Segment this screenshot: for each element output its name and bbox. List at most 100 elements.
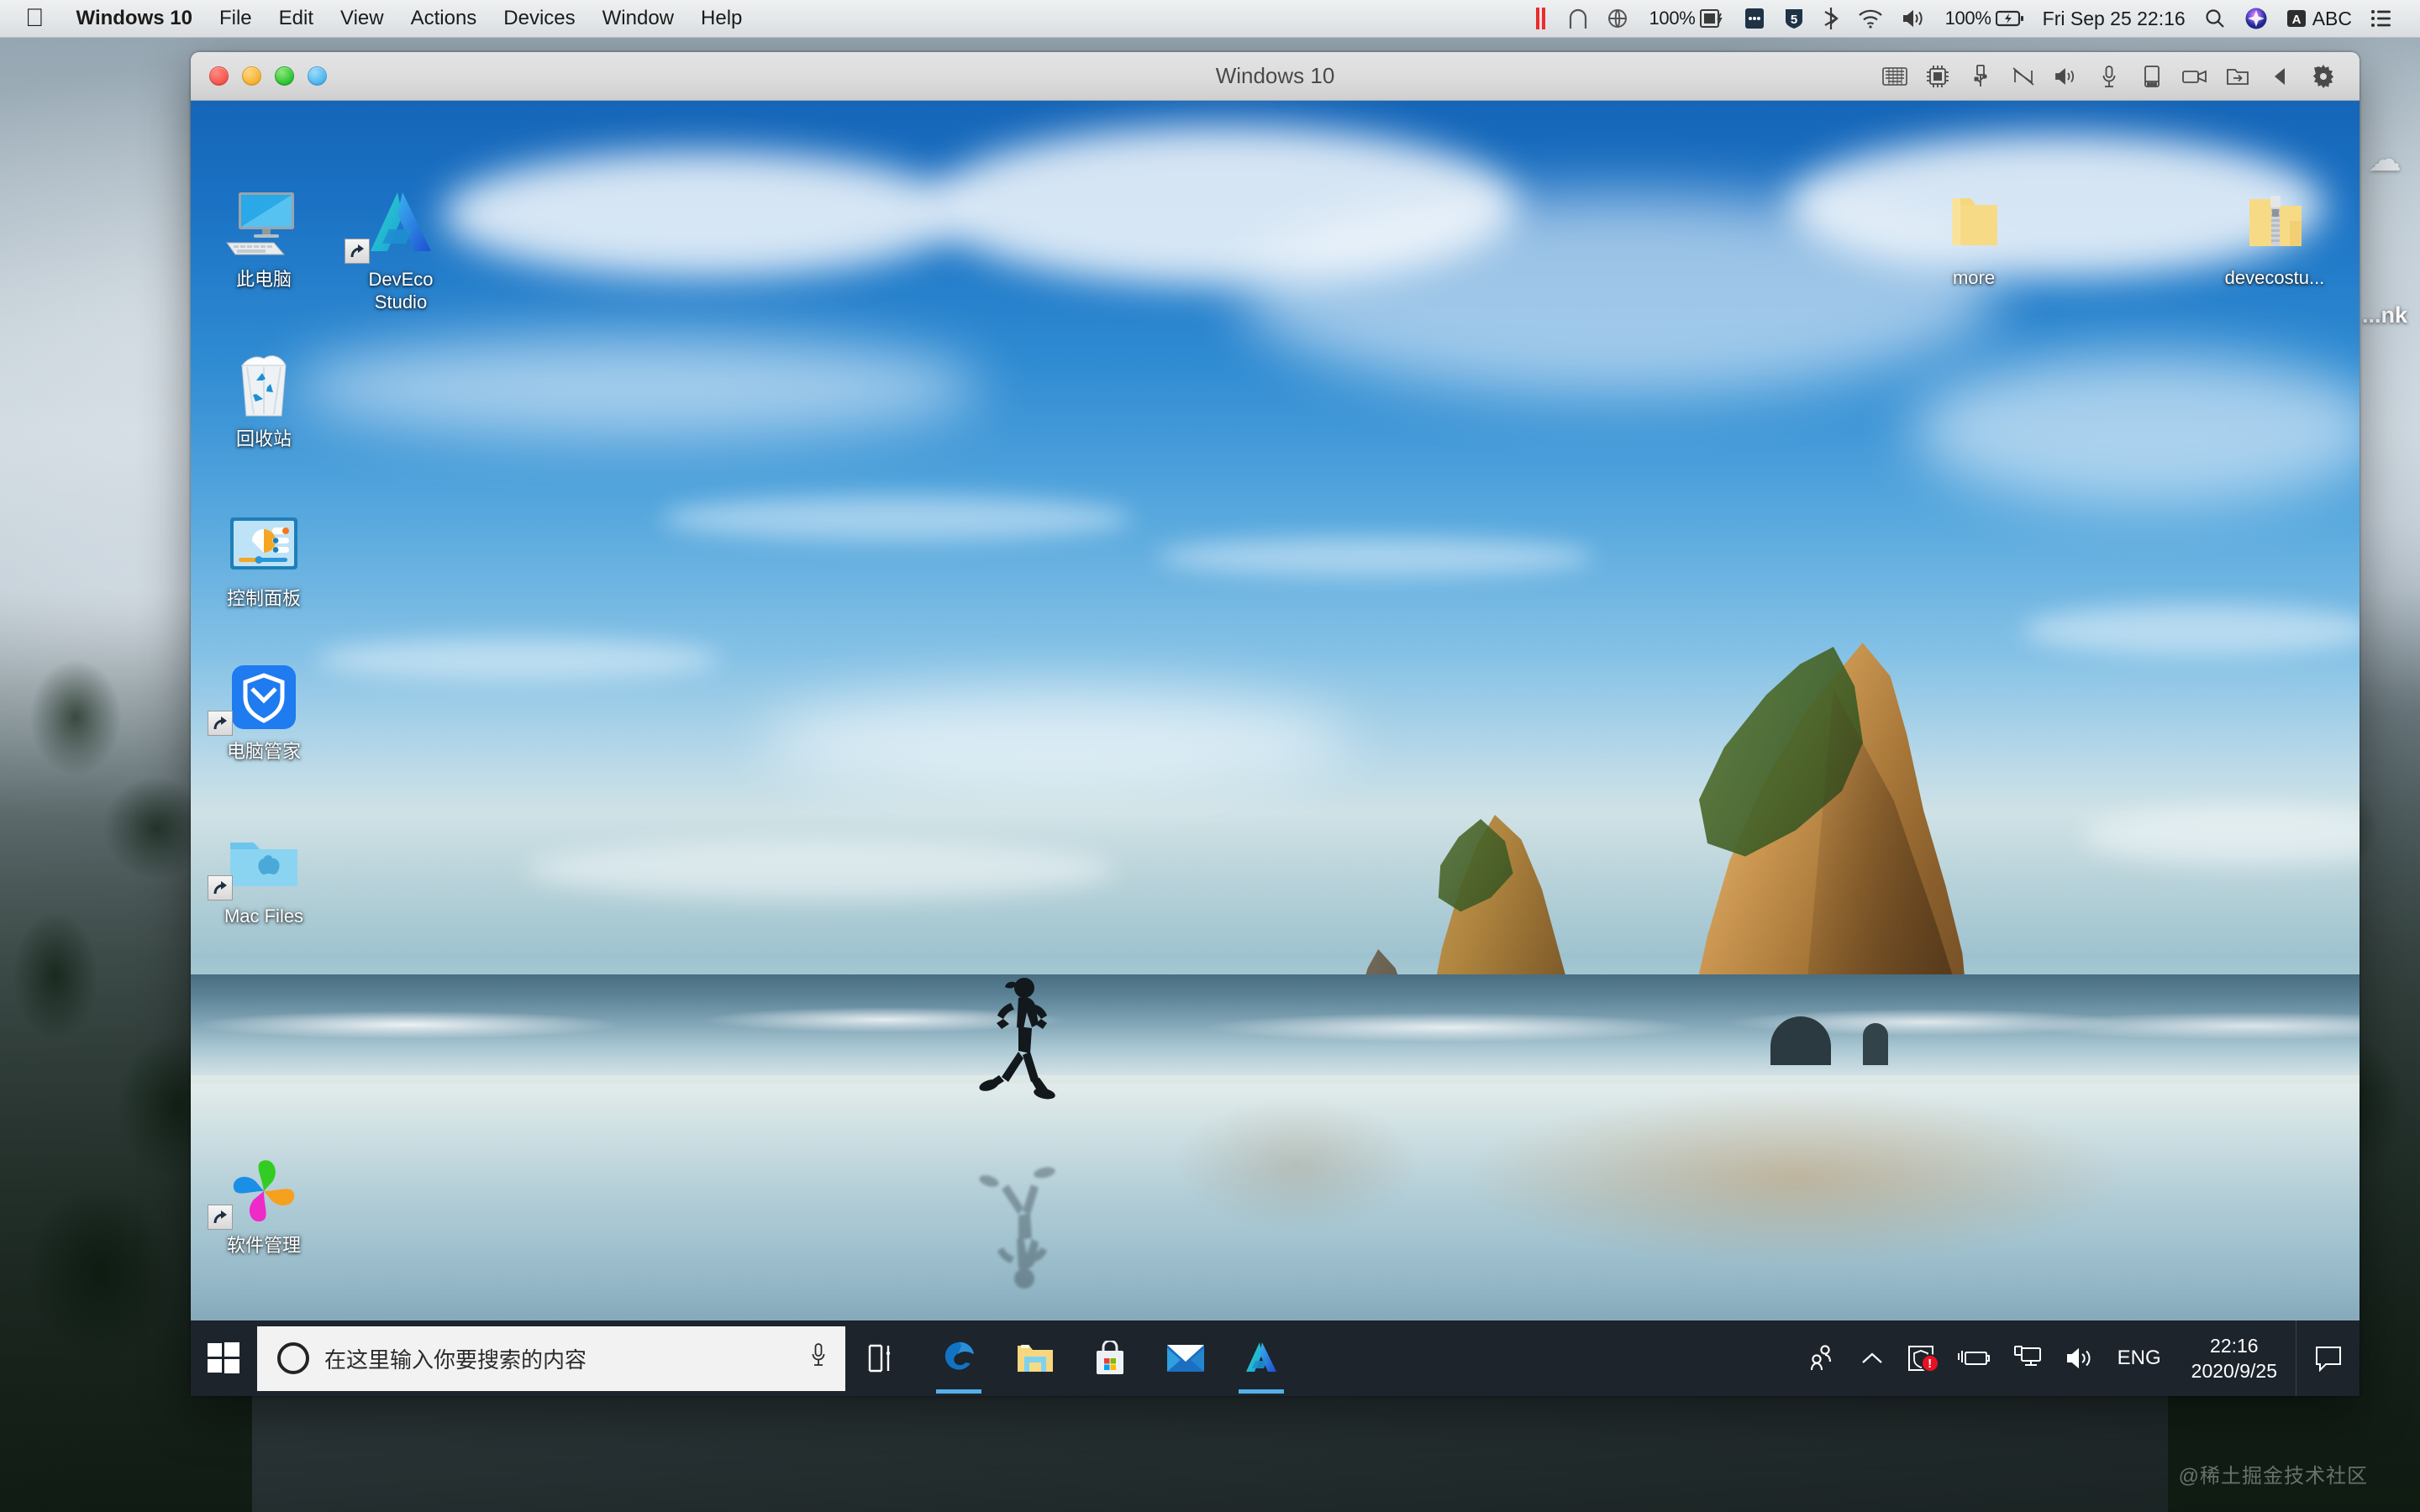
fullscreen-button[interactable] [308, 66, 327, 86]
people-icon[interactable] [1797, 1320, 1849, 1396]
desktop-icon-more-folder[interactable]: more [1911, 183, 2037, 290]
desktop-icon-label: DevEco Studio [368, 269, 434, 312]
globe-shield-icon[interactable] [1597, 7, 1639, 30]
cloud [292, 336, 981, 437]
mac-battery-status[interactable]: 100% [1936, 8, 2033, 29]
windows-taskbar: 在这里输入你要搜索的内容 ! ENG 22:16 2020/9/25 [191, 1320, 2360, 1396]
dots-badge-icon[interactable] [1734, 8, 1775, 29]
usb-icon[interactable] [1959, 52, 2002, 101]
siri-icon[interactable] [2235, 7, 2277, 30]
cloud [443, 151, 964, 277]
cloud [2023, 605, 2360, 655]
desktop-icon-label: 回收站 [235, 428, 292, 449]
taskbar-app-mail[interactable] [1148, 1320, 1223, 1396]
shared-folder-icon[interactable] [2216, 52, 2259, 101]
minimize-button[interactable] [242, 66, 261, 86]
desktop-icon-control-panel[interactable]: 控制面板 [201, 504, 327, 611]
show-hidden-icons-chevron-up[interactable] [1849, 1320, 1896, 1396]
shortcut-arrow-icon [208, 711, 233, 736]
maximize-button[interactable] [275, 66, 294, 86]
start-button[interactable] [191, 1320, 256, 1396]
ipad-battery-status[interactable]: 100% [1639, 8, 1733, 29]
menu-app-name[interactable]: Windows 10 [63, 7, 206, 30]
close-button[interactable] [209, 66, 229, 86]
gear-icon[interactable] [2302, 52, 2344, 101]
menu-window[interactable]: Window [589, 7, 687, 30]
desktop-icon-this-pc[interactable]: 此电脑 [201, 185, 327, 291]
mobile-device-icon[interactable] [2130, 52, 2173, 101]
desktop-icon-mac-files[interactable]: Mac Files [201, 822, 327, 928]
control-center-icon[interactable] [2361, 8, 2402, 29]
network-icon[interactable] [2002, 1320, 2054, 1396]
taskbar-app-microsoft-store[interactable] [1072, 1320, 1148, 1396]
menu-edit[interactable]: Edit [266, 7, 327, 30]
taskbar-clock[interactable]: 22:16 2020/9/25 [2173, 1320, 2296, 1396]
search-input[interactable]: 在这里输入你要搜索的内容 [324, 1343, 795, 1374]
desktop-icon-label: 控制面板 [226, 588, 301, 609]
shortcut-arrow-icon [208, 1205, 233, 1230]
camera-icon[interactable] [2173, 52, 2216, 101]
desktop-icon-software-manager[interactable]: 软件管理 [201, 1151, 327, 1257]
runner-reflection [972, 1132, 1073, 1292]
pause-bars-icon[interactable] [1525, 8, 1559, 29]
taskbar-app-task-view[interactable] [845, 1320, 921, 1396]
shield-blue-icon [201, 657, 327, 738]
vm-title-bar[interactable]: Windows 10 [191, 52, 2360, 101]
clock-date: 2020/9/25 [2191, 1360, 2277, 1382]
cloud [317, 638, 720, 680]
cpu-icon[interactable] [1916, 52, 1959, 101]
mac-battery-percent: 100% [1944, 8, 1991, 29]
desktop-icon-recycle-bin[interactable]: 回收站 [201, 344, 327, 451]
desktop-icon-pc-manager[interactable]: 电脑管家 [201, 657, 327, 764]
bluetooth-icon[interactable] [1813, 7, 1849, 30]
mac-desktop-icon-partial[interactable]: ☁ ...nk [2349, 143, 2420, 328]
control-panel-icon [201, 504, 327, 585]
security-shield-icon[interactable]: ! [1896, 1320, 1946, 1396]
input-source-icon[interactable]: A ABC [2277, 8, 2361, 30]
wifi-icon[interactable] [1849, 8, 1892, 29]
menubar-clock[interactable]: Fri Sep 25 22:16 [2033, 8, 2195, 30]
spotlight-search-icon[interactable] [2195, 8, 2235, 29]
action-center-button[interactable] [2296, 1320, 2360, 1396]
back-arrow-icon[interactable] [2259, 52, 2302, 101]
cloud [1157, 538, 1594, 576]
apple-logo-icon[interactable]:  [0, 6, 63, 31]
desktop-icon-devecostudio-zip[interactable]: devecostu... [2212, 183, 2338, 290]
taskbar-app-deveco-studio[interactable] [1223, 1320, 1299, 1396]
cortana-ring-icon[interactable] [277, 1342, 309, 1374]
arc-vpn-icon[interactable] [1559, 8, 1597, 29]
cloud [1913, 353, 2360, 504]
taskbar-app-microsoft-edge[interactable] [921, 1320, 997, 1396]
menu-help[interactable]: Help [687, 7, 755, 30]
recycle-bin-icon [201, 344, 327, 425]
runner-silhouette [972, 974, 1073, 1134]
svg-text:A: A [2291, 13, 2301, 27]
taskbar-app-file-explorer[interactable] [997, 1320, 1072, 1396]
cloud-download-icon: ☁ [2368, 141, 2402, 178]
vm-toolbar [1873, 52, 2344, 101]
speaker-icon[interactable] [2044, 52, 2087, 101]
desktop-icon-deveco-studio[interactable]: DevEco Studio [338, 185, 464, 314]
menu-actions[interactable]: Actions [397, 7, 491, 30]
ipad-battery-percent: 100% [1649, 8, 1696, 29]
menu-view[interactable]: View [327, 7, 397, 30]
taskbar-pinned-apps [845, 1320, 1299, 1396]
desktop-icon-label: Mac Files [224, 906, 304, 927]
search-microphone-icon[interactable] [810, 1341, 827, 1376]
microphone-icon[interactable] [2087, 52, 2130, 101]
menu-file[interactable]: File [206, 7, 266, 30]
volume-icon[interactable] [1892, 8, 1936, 29]
battery-plug-icon[interactable] [1946, 1320, 2002, 1396]
system-tray: ! ENG 22:16 2020/9/25 [1797, 1320, 2360, 1396]
security-alert-badge: ! [1920, 1354, 1939, 1373]
language-indicator[interactable]: ENG [2106, 1320, 2173, 1396]
volume-icon[interactable] [2054, 1320, 2106, 1396]
shortcut-arrow-icon [345, 239, 370, 264]
shield-s-icon[interactable]: 5 [1775, 8, 1813, 30]
menu-devices[interactable]: Devices [490, 7, 588, 30]
zip-folder-icon [2212, 183, 2338, 264]
network-disabled-icon[interactable] [2002, 52, 2044, 101]
cloud [527, 840, 1115, 899]
taskbar-search-box[interactable]: 在这里输入你要搜索的内容 [257, 1326, 845, 1391]
keyboard-icon[interactable] [1873, 52, 1916, 101]
